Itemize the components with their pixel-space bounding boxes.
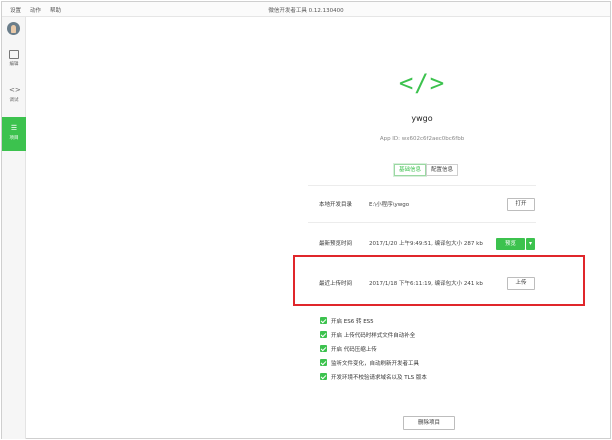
- upload-button[interactable]: 上传: [507, 277, 535, 290]
- project-tabs: 基础信息 配置信息: [394, 164, 459, 176]
- project-logo-icon: </>: [398, 69, 446, 97]
- option-es6-to-es5[interactable]: 开启 ES6 转 ES5: [320, 316, 374, 325]
- sidebar-item-label: 调试: [9, 98, 19, 103]
- sidebar-item-edit[interactable]: 编辑: [2, 45, 26, 75]
- checkbox-checked-icon[interactable]: [320, 317, 327, 324]
- sidebar-item-project[interactable]: ☰ 项目: [2, 117, 26, 151]
- option-label: 开启 上传代码时样式文件自动补全: [331, 332, 416, 339]
- upload-time-label: 最近上传时间: [319, 281, 353, 287]
- local-dir-label: 本地开发目录: [319, 202, 353, 208]
- option-skip-domain-check[interactable]: 开发环境不校验请求域名以及 TLS 版本: [320, 372, 427, 381]
- checkbox-checked-icon[interactable]: [320, 359, 327, 366]
- edit-icon: [9, 50, 19, 59]
- project-name: ywgo: [411, 114, 433, 123]
- option-style-autocomplete[interactable]: 开启 上传代码时样式文件自动补全: [320, 330, 415, 339]
- tab-config-info[interactable]: 配置信息: [426, 164, 459, 176]
- menu-bar: 设置 动作 帮助 微信开发者工具 0.12.130400: [2, 2, 610, 17]
- avatar[interactable]: [7, 22, 20, 35]
- checkbox-checked-icon[interactable]: [320, 331, 327, 338]
- checkbox-checked-icon[interactable]: [320, 345, 327, 352]
- option-watch-refresh[interactable]: 监听文件变化，自动刷新开发者工具: [320, 358, 419, 367]
- sidebar: 编辑 <> 调试 ☰ 项目: [2, 17, 26, 439]
- option-label: 开发环境不校验请求域名以及 TLS 版本: [331, 374, 427, 381]
- open-button[interactable]: 打开: [507, 198, 535, 211]
- sidebar-item-debug[interactable]: <> 调试: [2, 81, 26, 111]
- window-title: 微信开发者工具 0.12.130400: [268, 8, 344, 14]
- divider: [308, 222, 536, 223]
- sidebar-item-label: 编辑: [9, 62, 19, 67]
- local-dir-value: E:\小程序\ywgo: [369, 202, 410, 208]
- upload-time-value: 2017/1/18 下午6:11:19, 编译包大小 241 kb: [369, 281, 483, 287]
- option-label: 开启 代码压缩上传: [331, 346, 377, 353]
- preview-button[interactable]: 预览: [496, 238, 525, 250]
- option-label: 开启 ES6 转 ES5: [331, 318, 374, 325]
- tab-basic-info[interactable]: 基础信息: [394, 164, 427, 176]
- code-icon: <>: [9, 86, 21, 94]
- preview-time-value: 2017/1/20 上午9:49:51, 编译包大小 287 kb: [369, 241, 483, 247]
- option-label: 监听文件变化，自动刷新开发者工具: [331, 360, 420, 367]
- app-id: App ID: wx602c6f2aec0bc6fbb: [379, 136, 465, 142]
- option-minify-upload[interactable]: 开启 代码压缩上传: [320, 344, 377, 353]
- app-window: 设置 动作 帮助 微信开发者工具 0.12.130400 编辑 <> 调试 ☰ …: [1, 1, 611, 439]
- menu-icon: ☰: [10, 124, 18, 132]
- preview-time-label: 最新预览时间: [319, 241, 353, 247]
- sidebar-item-label: 项目: [9, 136, 19, 141]
- divider: [308, 185, 536, 186]
- checkbox-checked-icon[interactable]: [320, 373, 327, 380]
- delete-project-button[interactable]: 删除项目: [403, 416, 455, 430]
- preview-dropdown-icon[interactable]: ▾: [526, 238, 535, 250]
